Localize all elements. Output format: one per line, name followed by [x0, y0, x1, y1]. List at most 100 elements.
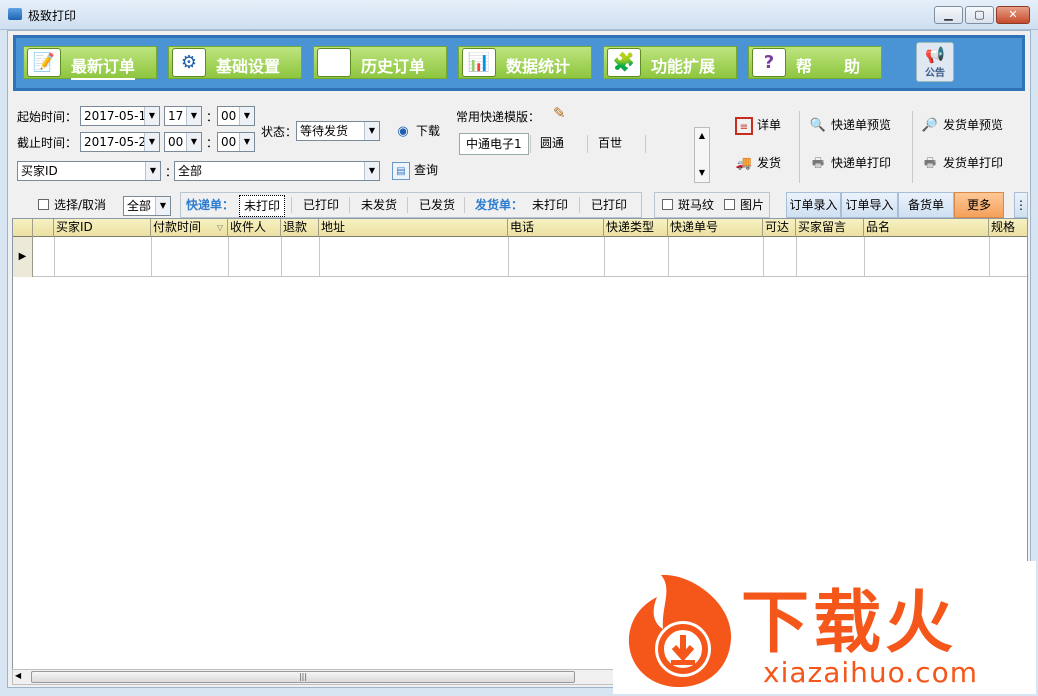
select-all-checkbox[interactable]: 选择/取消: [34, 195, 110, 217]
tab-express-printed[interactable]: 已打印: [299, 195, 343, 217]
invoice-print-button[interactable]: 🖶 发货单打印: [921, 154, 1003, 173]
overflow-button[interactable]: ⋮: [1014, 192, 1028, 218]
template-item[interactable]: 圆通: [534, 133, 570, 155]
stock-list-button[interactable]: 备货单: [898, 192, 954, 218]
end-hour-value: 00: [168, 135, 184, 149]
printer-icon: 🖶: [923, 155, 937, 171]
column-header[interactable]: 电话: [508, 219, 604, 237]
tab-invoice-unprinted[interactable]: 未打印: [528, 195, 572, 217]
nav-history-orders[interactable]: 🗒 历史订单: [313, 46, 447, 79]
minimize-button[interactable]: ▁: [934, 6, 963, 24]
column-header[interactable]: 地址: [319, 219, 508, 237]
column-header[interactable]: 规格: [989, 219, 1027, 237]
edit-icon[interactable]: ✎: [553, 104, 566, 122]
divider: [291, 197, 292, 213]
scroll-down-icon[interactable]: ▼: [695, 168, 709, 177]
column-header[interactable]: 买家留言: [796, 219, 864, 237]
truck-icon: 🚚: [735, 155, 753, 171]
tab-unshipped[interactable]: 未发货: [357, 195, 401, 217]
detail-button[interactable]: ≡ 详单: [735, 116, 781, 135]
column-header[interactable]: 买家ID: [54, 219, 151, 237]
tab-shipped[interactable]: 已发货: [415, 195, 459, 217]
template-item[interactable]: 百世: [592, 133, 628, 155]
maximize-button[interactable]: ▢: [965, 6, 994, 24]
express-preview-button[interactable]: 🔍 快递单预览: [809, 116, 891, 135]
chevron-down-icon: ▼: [364, 122, 379, 140]
column-header[interactable]: 收件人: [228, 219, 281, 237]
detail-label: 详单: [757, 118, 782, 132]
app-icon: [8, 8, 22, 20]
divider: [579, 197, 580, 213]
column-header[interactable]: 快递类型: [604, 219, 668, 237]
scroll-up-icon[interactable]: ▲: [695, 131, 709, 140]
doc-search-icon: 🔎: [921, 117, 939, 133]
column-header[interactable]: 品名: [864, 219, 989, 237]
status-select[interactable]: 等待发货 ▼: [296, 121, 380, 141]
watermark-url: xiazaihuo.com: [763, 656, 978, 689]
nav-latest-orders[interactable]: 📝 最新订单: [23, 46, 157, 80]
download-label: 下载: [416, 124, 441, 138]
bar-chart-icon: 📊: [462, 48, 496, 77]
tab-express-unprinted[interactable]: 未打印: [239, 195, 286, 217]
checkbox-box: [38, 199, 49, 210]
search-field-select[interactable]: 买家ID ▼: [17, 161, 161, 181]
nav-help[interactable]: ? 帮 助: [748, 46, 882, 79]
notice-button[interactable]: 📢 公告: [916, 42, 954, 82]
close-button[interactable]: ✕: [996, 6, 1030, 24]
tab-invoice-printed[interactable]: 已打印: [587, 195, 631, 217]
start-date-picker[interactable]: 2017-05-19 ▼: [80, 106, 160, 126]
more-button[interactable]: 更多: [954, 192, 1004, 218]
checkbox-box: [662, 199, 673, 210]
column-label: 付款时间: [153, 220, 202, 234]
picture-checkbox[interactable]: 图片: [720, 195, 768, 217]
download-button[interactable]: ◉ 下载: [394, 122, 440, 141]
zebra-checkbox[interactable]: 斑马纹: [658, 195, 718, 217]
column-header[interactable]: 退款: [281, 219, 319, 237]
end-date-picker[interactable]: 2017-05-26 ▼: [80, 132, 160, 152]
scrollbar-thumb[interactable]: |||: [31, 671, 575, 683]
status-value: 等待发货: [300, 124, 349, 138]
ship-button[interactable]: 🚚 发货: [735, 154, 781, 173]
divider: [587, 135, 588, 153]
range-select[interactable]: 全部 ▼: [123, 196, 171, 216]
invoice-preview-button[interactable]: 🔎 发货单预览: [921, 116, 1003, 135]
notepad-icon: 📝: [27, 48, 61, 77]
query-label: 查询: [414, 163, 439, 177]
status-label: 状态：: [261, 125, 298, 139]
question-icon: ?: [752, 48, 786, 77]
templates-scrollbar[interactable]: ▲ ▼: [694, 127, 710, 183]
detail-doc-icon: ≡: [735, 116, 753, 135]
nav-basic-settings[interactable]: ⚙ 基础设置: [168, 46, 302, 79]
divider: [464, 197, 465, 213]
column-header[interactable]: 快递单号: [668, 219, 763, 237]
order-import-button[interactable]: 订单导入: [841, 192, 898, 218]
nav-label: 功能扩展: [651, 57, 716, 76]
template-item[interactable]: 中通电子1: [459, 133, 529, 155]
nav-data-stats[interactable]: 📊 数据统计: [458, 46, 592, 79]
scroll-left-icon[interactable]: ◀: [15, 671, 21, 680]
nav-extensions[interactable]: 🧩 功能扩展: [603, 46, 737, 79]
sort-icon: ▽: [216, 223, 223, 232]
column-header[interactable]: 可达: [763, 219, 796, 237]
start-minute-select[interactable]: 00 ▼: [217, 106, 255, 126]
start-hour-value: 17: [168, 109, 184, 123]
start-time-label: 起始时间：: [17, 110, 78, 124]
flame-logo-icon: [628, 574, 732, 687]
column-header[interactable]: 付款时间 ▽: [151, 219, 228, 237]
search-input[interactable]: 全部 ▼: [174, 161, 380, 181]
express-print-button[interactable]: 🖶 快递单打印: [809, 154, 891, 173]
order-entry-button[interactable]: 订单录入: [786, 192, 841, 218]
chevron-down-icon: ▼: [239, 133, 254, 151]
start-hour-select[interactable]: 17 ▼: [164, 106, 202, 126]
zebra-label: 斑马纹: [678, 198, 715, 212]
select-column-header[interactable]: [33, 219, 54, 237]
end-minute-select[interactable]: 00 ▼: [217, 132, 255, 152]
range-value: 全部: [127, 199, 152, 213]
end-hour-select[interactable]: 00 ▼: [164, 132, 202, 152]
divider: [645, 135, 646, 153]
query-button[interactable]: ▤ 查询: [392, 161, 438, 180]
nav-label: 最新订单: [71, 53, 136, 80]
chevron-down-icon: ▼: [155, 197, 170, 215]
table-row[interactable]: [13, 237, 1027, 277]
row-selector-arrow-icon[interactable]: ▶: [13, 237, 33, 277]
